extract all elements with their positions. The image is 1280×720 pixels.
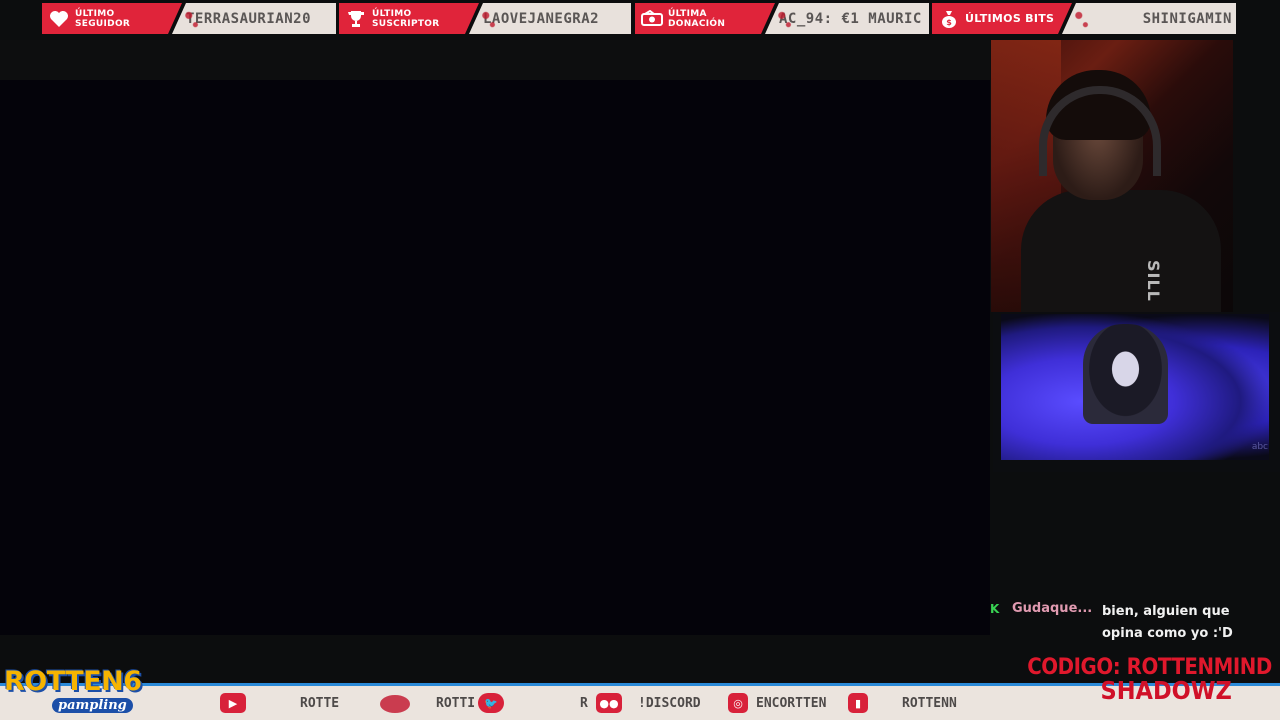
- social-item: ROTTE: [300, 695, 340, 711]
- streamer-body: [1021, 190, 1221, 312]
- instagram-icon: ◎: [728, 693, 748, 713]
- svg-text:$: $: [946, 18, 952, 27]
- alert-value: LAOVEJANEGRA2: [469, 3, 631, 34]
- shirt-text: SILL: [1144, 260, 1163, 302]
- social-item: ROTTI: [436, 695, 476, 711]
- alert-label-line1: ÚLTIMOS BITS: [965, 11, 1055, 25]
- alert-label-line2: SUSCRIPTOR: [372, 18, 440, 29]
- logo-title: ROTTEN6: [4, 666, 142, 697]
- alert-label-line1: ÚLTIMA: [668, 8, 707, 19]
- webcam-feed: SILL: [991, 40, 1233, 312]
- stream-overlay: ÚLTIMO SEGUIDOR TERRASAURIAN20 ÚLTIMO SU…: [0, 0, 1280, 720]
- social-twitter: 🐦: [478, 691, 504, 715]
- alert-label-line1: ÚLTIMO: [75, 8, 115, 19]
- alert-value: AC_94: €1 MAURIC: [765, 3, 929, 34]
- moneybag-icon: $: [938, 8, 960, 30]
- twitch-icon: ▮: [848, 693, 868, 713]
- money-icon: [641, 8, 663, 30]
- social-discord: ●● !DISCORD: [596, 691, 701, 715]
- social-youtube: ▶: [220, 691, 246, 715]
- clip-person: [1083, 324, 1168, 424]
- video-clip: abc: [993, 312, 1280, 472]
- alert-label-line1: ÚLTIMO: [372, 8, 412, 19]
- latest-bits-alert: $ ÚLTIMOS BITS SHINIGAMIN: [932, 3, 1236, 34]
- channel-logo: ROTTEN6 pampling: [0, 666, 170, 720]
- chat-badge: K: [990, 602, 1000, 616]
- promo-code: CODIGO: ROTTENMIND SHADOWZ: [1000, 655, 1272, 705]
- logo-subtitle: pampling: [52, 698, 133, 713]
- alert-label-line2: SEGUIDOR: [75, 18, 131, 29]
- discord-icon: ●●: [596, 693, 622, 713]
- twitter-icon: 🐦: [478, 693, 504, 713]
- heart-icon: [48, 8, 70, 30]
- youtube-icon: ▶: [220, 693, 246, 713]
- game-capture: [0, 80, 990, 635]
- trophy-icon: [345, 8, 367, 30]
- chat-text: bien, alguien que opina como yo :'D: [1102, 604, 1233, 641]
- latest-subscriber-alert: ÚLTIMO SUSCRIPTOR LAOVEJANEGRA2: [339, 3, 631, 34]
- latest-follower-alert: ÚLTIMO SEGUIDOR TERRASAURIAN20: [42, 3, 336, 34]
- game-top-strip: [0, 40, 990, 80]
- clip-watermark: abc: [1251, 442, 1268, 452]
- chat-username: Gudaque...: [1012, 601, 1093, 616]
- alerts-bar: ÚLTIMO SEGUIDOR TERRASAURIAN20 ÚLTIMO SU…: [0, 0, 1280, 40]
- social-instagram: ◎ ENCORTTEN: [728, 691, 826, 715]
- social-twitch: ▮ ROTTENN: [848, 691, 957, 715]
- alert-value: SHINIGAMIN: [1062, 3, 1236, 34]
- promo-line2: SHADOWZ: [1100, 676, 1232, 705]
- alert-value: TERRASAURIAN20: [172, 3, 336, 34]
- social-item: R: [580, 695, 588, 711]
- alert-label-line2: DONACIÓN: [668, 18, 726, 29]
- latest-donation-alert: ÚLTIMA DONACIÓN AC_94: €1 MAURIC: [635, 3, 929, 34]
